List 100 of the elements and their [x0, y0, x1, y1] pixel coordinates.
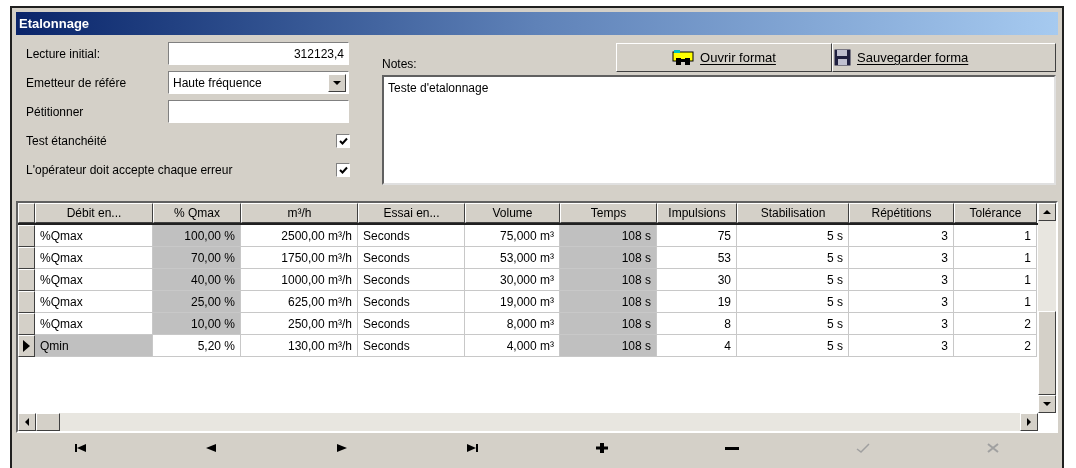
- table-cell: 3: [849, 313, 954, 335]
- table-cell: 30,000 m³: [465, 269, 560, 291]
- table-cell: 4,000 m³: [465, 335, 560, 357]
- table-cell: 53,000 m³: [465, 247, 560, 269]
- table-cell: 1: [954, 247, 1037, 269]
- table-cell: 53: [657, 247, 737, 269]
- window-title: Etalonnage: [16, 12, 1058, 35]
- table-cell: 30: [657, 269, 737, 291]
- table-cell: 1750,00 m³/h: [241, 247, 358, 269]
- table-cell: %Qmax: [35, 313, 153, 335]
- table-cell: 3: [849, 225, 954, 247]
- table-cell: 2: [954, 335, 1037, 357]
- table-cell: 5,20 %: [153, 335, 241, 357]
- table-cell: 250,00 m³/h: [241, 313, 358, 335]
- field-label: Pétitionner: [26, 104, 84, 119]
- scroll-thumb[interactable]: [36, 413, 60, 431]
- table-cell: 4: [657, 335, 737, 357]
- table-cell: 19: [657, 291, 737, 313]
- scroll-right-icon[interactable]: [1020, 413, 1038, 431]
- table-cell: 8: [657, 313, 737, 335]
- table-cell: Seconds: [358, 247, 465, 269]
- table-cell: 75,000 m³: [465, 225, 560, 247]
- vertical-scrollbar[interactable]: [1038, 203, 1056, 413]
- table-cell: 2500,00 m³/h: [241, 225, 358, 247]
- table-cell: 5 s: [737, 335, 849, 357]
- table-cell: 5 s: [737, 225, 849, 247]
- table-cell: 108 s: [560, 313, 657, 335]
- table-cell: 108 s: [560, 225, 657, 247]
- row-indicator[interactable]: [18, 269, 35, 291]
- checkbox[interactable]: [336, 133, 350, 148]
- table-cell: 3: [849, 335, 954, 357]
- column-header[interactable]: m³/h: [241, 203, 358, 223]
- table-cell: 25,00 %: [153, 291, 241, 313]
- table-cell: 8,000 m³: [465, 313, 560, 335]
- scroll-down-icon[interactable]: [1038, 395, 1056, 413]
- table-cell: Seconds: [358, 225, 465, 247]
- text-field[interactable]: 312123,4: [168, 42, 349, 65]
- table-cell: %Qmax: [35, 269, 153, 291]
- table-cell: 108 s: [560, 247, 657, 269]
- table-cell: 5 s: [737, 247, 849, 269]
- table-cell: %Qmax: [35, 225, 153, 247]
- table-cell: 108 s: [560, 291, 657, 313]
- table-cell: 3: [849, 269, 954, 291]
- table-cell: 625,00 m³/h: [241, 291, 358, 313]
- scroll-thumb[interactable]: [1038, 311, 1056, 395]
- column-header[interactable]: Répétitions: [849, 203, 954, 223]
- scroll-up-icon[interactable]: [1038, 203, 1056, 221]
- table-cell: 100,00 %: [153, 225, 241, 247]
- toolbar-button[interactable]: Sauvegarder forma: [832, 43, 1056, 72]
- table-cell: Seconds: [358, 291, 465, 313]
- table-cell: 3: [849, 291, 954, 313]
- column-header[interactable]: Essai en...: [358, 203, 465, 223]
- field-label: Test étanchéité: [26, 132, 107, 150]
- row-indicator[interactable]: [18, 335, 35, 357]
- column-header[interactable]: Stabilisation: [737, 203, 849, 223]
- field-label: Lecture initial:: [26, 46, 101, 61]
- table-cell: 19,000 m³: [465, 291, 560, 313]
- checkbox[interactable]: [336, 162, 350, 177]
- table-cell: %Qmax: [35, 247, 153, 269]
- table-cell: Qmin: [35, 335, 153, 357]
- table-cell: 1: [954, 225, 1037, 247]
- row-indicator[interactable]: [18, 291, 35, 313]
- binoculars-icon: [672, 49, 695, 66]
- table-cell: 75: [657, 225, 737, 247]
- table-cell: 1000,00 m³/h: [241, 269, 358, 291]
- table-cell: 108 s: [560, 335, 657, 357]
- table-cell: 5 s: [737, 291, 849, 313]
- table-cell: 40,00 %: [153, 269, 241, 291]
- table-cell: 2: [954, 313, 1037, 335]
- field-label: L'opérateur doit accepte chaque erreur: [26, 161, 233, 179]
- table-cell: 1: [954, 269, 1037, 291]
- column-header[interactable]: % Qmax: [153, 203, 241, 223]
- table-cell: Seconds: [358, 335, 465, 357]
- row-indicator[interactable]: [18, 247, 35, 269]
- table-cell: Seconds: [358, 313, 465, 335]
- table-cell: 10,00 %: [153, 313, 241, 335]
- column-header[interactable]: Volume: [465, 203, 560, 223]
- table-cell: 108 s: [560, 269, 657, 291]
- column-header[interactable]: Tolérance: [954, 203, 1037, 223]
- notes-label: Notes:: [382, 56, 417, 73]
- table-cell: 5 s: [737, 313, 849, 335]
- column-header[interactable]: Débit en...: [35, 203, 153, 223]
- column-header[interactable]: Impulsions: [657, 203, 737, 223]
- table-cell: 3: [849, 247, 954, 269]
- row-indicator[interactable]: [18, 225, 35, 247]
- column-header[interactable]: Temps: [560, 203, 657, 223]
- current-row-icon: [23, 340, 30, 352]
- table-cell: 5 s: [737, 269, 849, 291]
- field-label: Emetteur de référe: [26, 75, 127, 90]
- table-cell: %Qmax: [35, 291, 153, 313]
- table-cell: 1: [954, 291, 1037, 313]
- row-indicator[interactable]: [18, 313, 35, 335]
- text-field[interactable]: [168, 100, 349, 123]
- scroll-left-icon[interactable]: [18, 413, 36, 431]
- table-cell: 130,00 m³/h: [241, 335, 358, 357]
- toolbar-button[interactable]: Ouvrir format: [616, 43, 832, 72]
- horizontal-scrollbar[interactable]: [18, 413, 1038, 431]
- table-cell: 70,00 %: [153, 247, 241, 269]
- notes-field[interactable]: Teste d'etalonnage: [382, 75, 1056, 185]
- dropdown-field[interactable]: Haute fréquence: [168, 71, 349, 94]
